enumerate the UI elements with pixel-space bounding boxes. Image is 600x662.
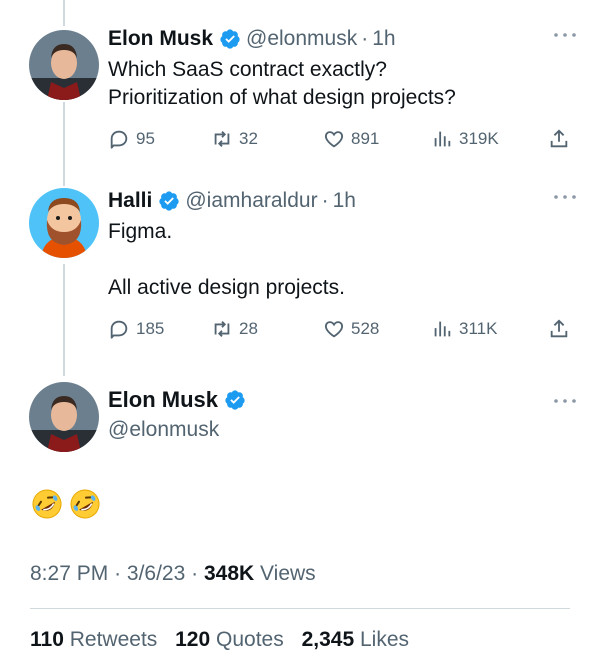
tweet-time[interactable]: 8:27 PM xyxy=(30,562,108,585)
retweet-button[interactable]: 28 xyxy=(211,318,258,340)
more-options-icon[interactable] xyxy=(550,190,580,204)
tweet-header: Halli @iamharaldur · 1h xyxy=(108,188,580,214)
reply-icon xyxy=(110,130,128,149)
rolling-on-floor-laughing-icon xyxy=(32,489,62,519)
avatar-elon-musk[interactable] xyxy=(29,382,99,452)
retweet-count: 32 xyxy=(239,129,258,148)
tweet-text-line: All active design projects. xyxy=(108,276,345,299)
handle[interactable]: @elonmusk xyxy=(246,26,357,52)
thread-line-1 xyxy=(63,102,65,186)
share-button[interactable] xyxy=(548,318,576,340)
engagement-stats: 110 Retweets 120 Quotes 2,345 Likes xyxy=(30,626,421,654)
views-chart-icon xyxy=(434,131,451,147)
rolling-on-floor-laughing-icon xyxy=(70,489,100,519)
retweets-label: Retweets xyxy=(69,628,158,651)
display-name-row: Elon Musk xyxy=(108,386,251,414)
retweets-stat[interactable]: 110 Retweets xyxy=(30,628,163,651)
tweet-date[interactable]: 3/6/23 xyxy=(127,562,185,585)
like-button[interactable]: 528 xyxy=(323,318,379,340)
heart-icon xyxy=(324,321,344,338)
views-count: 311K xyxy=(459,319,498,338)
retweet-count: 28 xyxy=(239,319,258,338)
avatar-elon-musk[interactable] xyxy=(29,30,99,100)
verified-badge-icon xyxy=(220,29,240,49)
tweet-2[interactable]: Halli @iamharaldur · 1h Figma. All activ… xyxy=(108,188,580,302)
separator: · xyxy=(114,562,122,585)
separator: · xyxy=(321,189,329,212)
tweet-text-line: Prioritization of what design projects? xyxy=(108,86,456,109)
main-tweet-header: Elon Musk @elonmusk xyxy=(108,386,251,444)
views-count: 319K xyxy=(459,129,499,148)
verified-badge-icon xyxy=(159,191,179,211)
views-button[interactable]: 319K xyxy=(431,128,499,150)
share-button[interactable] xyxy=(548,128,576,150)
like-count: 891 xyxy=(351,129,380,148)
timestamp[interactable]: 1h xyxy=(333,188,356,214)
tweet-text: Figma. All active design projects. xyxy=(108,218,580,302)
reply-icon xyxy=(110,320,128,339)
share-icon xyxy=(550,129,568,148)
tweet-header: Elon Musk @elonmusk · 1h xyxy=(108,26,580,52)
retweets-total: 110 xyxy=(30,628,64,651)
thread-line-top xyxy=(63,0,65,26)
heart-icon xyxy=(324,131,344,148)
timestamp[interactable]: 1h xyxy=(372,26,395,52)
avatar-halli[interactable] xyxy=(29,188,99,258)
likes-total: 2,345 xyxy=(301,628,355,651)
quotes-label: Quotes xyxy=(216,628,284,651)
display-name[interactable]: Halli xyxy=(108,188,152,214)
reply-count: 95 xyxy=(136,129,155,148)
more-options-icon[interactable] xyxy=(550,394,580,408)
quotes-stat[interactable]: 120 Quotes xyxy=(175,628,289,651)
quotes-total: 120 xyxy=(175,628,211,651)
tweet-meta: 8:27 PM · 3/6/23 · 348K Views xyxy=(30,560,316,588)
tweet-actions: 185 28 528 311K xyxy=(108,318,580,344)
tweet-text: Which SaaS contract exactly? Prioritizat… xyxy=(108,56,580,112)
retweet-icon xyxy=(214,131,230,147)
views-total: 348K xyxy=(203,562,255,585)
views-label: Views xyxy=(260,562,316,585)
like-count: 528 xyxy=(351,319,380,338)
display-name[interactable]: Elon Musk xyxy=(108,386,218,414)
likes-label: Likes xyxy=(359,628,410,651)
tweet-emoji xyxy=(30,487,102,521)
reply-count: 185 xyxy=(136,319,165,338)
verified-badge-icon xyxy=(225,390,245,410)
tweet-actions: 95 32 891 319K xyxy=(108,128,580,154)
display-name[interactable]: Elon Musk xyxy=(108,26,213,52)
tweet-1[interactable]: Elon Musk @elonmusk · 1h Which SaaS cont… xyxy=(108,26,580,112)
views-chart-icon xyxy=(434,321,451,337)
handle[interactable]: @elonmusk xyxy=(108,416,251,444)
separator: · xyxy=(361,27,369,50)
share-icon xyxy=(550,319,568,338)
like-button[interactable]: 891 xyxy=(323,128,379,150)
tweet-text-blank-line xyxy=(108,246,580,274)
tweet-text-line: Figma. xyxy=(108,220,173,243)
separator: · xyxy=(191,562,199,585)
divider xyxy=(30,608,570,609)
retweet-icon xyxy=(214,321,230,337)
more-options-icon[interactable] xyxy=(550,28,580,42)
reply-button[interactable]: 185 xyxy=(108,318,164,340)
reply-button[interactable]: 95 xyxy=(108,128,155,150)
views-button[interactable]: 311K xyxy=(431,318,497,340)
retweet-button[interactable]: 32 xyxy=(211,128,258,150)
thread-line-2 xyxy=(63,264,65,376)
handle[interactable]: @iamharaldur xyxy=(185,188,317,214)
likes-stat[interactable]: 2,345 Likes xyxy=(302,628,409,651)
tweet-text-line: Which SaaS contract exactly? xyxy=(108,58,387,81)
